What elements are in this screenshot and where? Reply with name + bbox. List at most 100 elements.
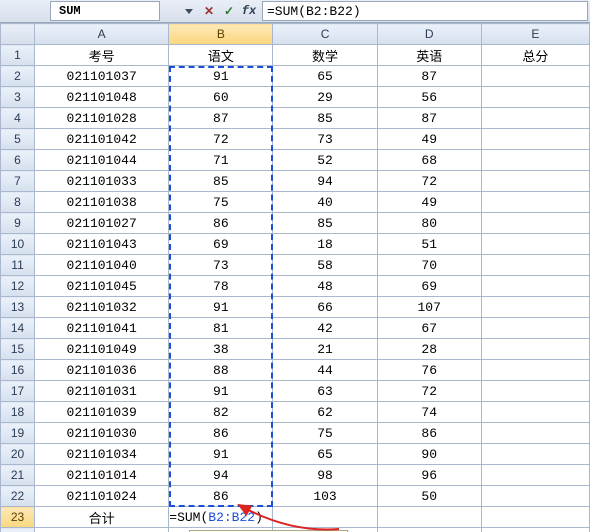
row-header[interactable]: 17 xyxy=(1,381,35,402)
cell[interactable]: 021101048 xyxy=(35,87,169,108)
cell[interactable]: 75 xyxy=(273,423,377,444)
cell[interactable] xyxy=(481,402,589,423)
cell[interactable]: 86 xyxy=(169,423,273,444)
cell[interactable]: 021101041 xyxy=(35,318,169,339)
cell[interactable]: 38 xyxy=(169,339,273,360)
cell[interactable]: 90 xyxy=(377,444,481,465)
row-header[interactable]: 16 xyxy=(1,360,35,381)
cell[interactable]: 021101042 xyxy=(35,129,169,150)
cell[interactable] xyxy=(273,507,377,528)
cell[interactable]: 021101030 xyxy=(35,423,169,444)
cell[interactable]: 73 xyxy=(273,129,377,150)
cell[interactable]: 71 xyxy=(169,150,273,171)
cell[interactable]: 语文 xyxy=(169,45,273,66)
cell[interactable] xyxy=(481,87,589,108)
cell[interactable]: 021101043 xyxy=(35,234,169,255)
cell[interactable]: 96 xyxy=(377,465,481,486)
grid[interactable]: A B C D E 1考号语文数学英语总分2021101037916587302… xyxy=(0,23,590,532)
cell[interactable]: 87 xyxy=(377,108,481,129)
row-header[interactable]: 1 xyxy=(1,45,35,66)
cancel-icon[interactable]: ✕ xyxy=(200,2,218,20)
row-header[interactable]: 19 xyxy=(1,423,35,444)
row-header[interactable]: 18 xyxy=(1,402,35,423)
cell[interactable] xyxy=(481,507,589,528)
cell[interactable]: 40 xyxy=(273,192,377,213)
cell[interactable]: 021101049 xyxy=(35,339,169,360)
row-header[interactable]: 11 xyxy=(1,255,35,276)
cell[interactable]: 021101037 xyxy=(35,66,169,87)
formula-input[interactable]: =SUM(B2:B22) xyxy=(262,1,588,21)
fx-icon[interactable]: fx xyxy=(240,2,258,20)
col-header-E[interactable]: E xyxy=(481,24,589,45)
cell[interactable]: 021101045 xyxy=(35,276,169,297)
cell[interactable] xyxy=(481,213,589,234)
cell[interactable] xyxy=(377,507,481,528)
cell[interactable]: 数学 xyxy=(273,45,377,66)
row-header[interactable]: 4 xyxy=(1,108,35,129)
cell[interactable] xyxy=(481,297,589,318)
cell[interactable]: 021101040 xyxy=(35,255,169,276)
cell[interactable] xyxy=(481,150,589,171)
cell[interactable]: 103 xyxy=(273,486,377,507)
cell[interactable]: 87 xyxy=(377,66,481,87)
row-header[interactable]: 21 xyxy=(1,465,35,486)
row-header[interactable]: 3 xyxy=(1,87,35,108)
cell[interactable] xyxy=(481,171,589,192)
cell[interactable] xyxy=(481,339,589,360)
cell[interactable]: 70 xyxy=(377,255,481,276)
cell[interactable]: 021101027 xyxy=(35,213,169,234)
col-header-D[interactable]: D xyxy=(377,24,481,45)
cell[interactable]: 62 xyxy=(273,402,377,423)
cell[interactable]: 86 xyxy=(377,423,481,444)
cell[interactable] xyxy=(481,528,589,532)
row-header[interactable]: 15 xyxy=(1,339,35,360)
cell[interactable]: 48 xyxy=(273,276,377,297)
cell[interactable]: 合计 xyxy=(35,507,169,528)
cell[interactable]: 29 xyxy=(273,87,377,108)
cell[interactable]: 42 xyxy=(273,318,377,339)
cell[interactable]: 94 xyxy=(273,171,377,192)
cell[interactable] xyxy=(481,486,589,507)
row-header[interactable]: 8 xyxy=(1,192,35,213)
cell[interactable]: 英语 xyxy=(377,45,481,66)
cell[interactable]: 74 xyxy=(377,402,481,423)
cell[interactable] xyxy=(481,423,589,444)
cell[interactable] xyxy=(481,465,589,486)
select-all-corner[interactable] xyxy=(1,24,35,45)
cell[interactable]: 51 xyxy=(377,234,481,255)
cell[interactable]: 021101024 xyxy=(35,486,169,507)
cell[interactable]: 60 xyxy=(169,87,273,108)
row-header[interactable]: 9 xyxy=(1,213,35,234)
cell[interactable] xyxy=(481,234,589,255)
cell[interactable]: 85 xyxy=(273,108,377,129)
cell[interactable] xyxy=(481,276,589,297)
cell[interactable]: 73 xyxy=(169,255,273,276)
cell[interactable]: 86 xyxy=(169,486,273,507)
cell[interactable]: 总分 xyxy=(481,45,589,66)
cell[interactable]: 021101036 xyxy=(35,360,169,381)
cell[interactable] xyxy=(481,66,589,87)
cell[interactable]: 49 xyxy=(377,129,481,150)
cell[interactable] xyxy=(481,360,589,381)
row-header[interactable]: 24 xyxy=(1,528,35,532)
cell[interactable]: 87 xyxy=(169,108,273,129)
row-header[interactable]: 13 xyxy=(1,297,35,318)
row-header[interactable]: 5 xyxy=(1,129,35,150)
cell[interactable]: 65 xyxy=(273,66,377,87)
cell[interactable] xyxy=(481,318,589,339)
col-header-C[interactable]: C xyxy=(273,24,377,45)
cell[interactable]: 69 xyxy=(169,234,273,255)
cell[interactable]: 18 xyxy=(273,234,377,255)
cell[interactable]: 65 xyxy=(273,444,377,465)
cell[interactable]: 72 xyxy=(169,129,273,150)
cell[interactable]: 考号 xyxy=(35,45,169,66)
cell[interactable]: 021101039 xyxy=(35,402,169,423)
cell[interactable] xyxy=(35,528,169,532)
dropdown-icon[interactable] xyxy=(180,2,198,20)
row-header[interactable]: 6 xyxy=(1,150,35,171)
cell[interactable]: 107 xyxy=(377,297,481,318)
cell[interactable]: 021101033 xyxy=(35,171,169,192)
cell[interactable]: 021101031 xyxy=(35,381,169,402)
cell[interactable] xyxy=(481,129,589,150)
cell[interactable]: 91 xyxy=(169,444,273,465)
